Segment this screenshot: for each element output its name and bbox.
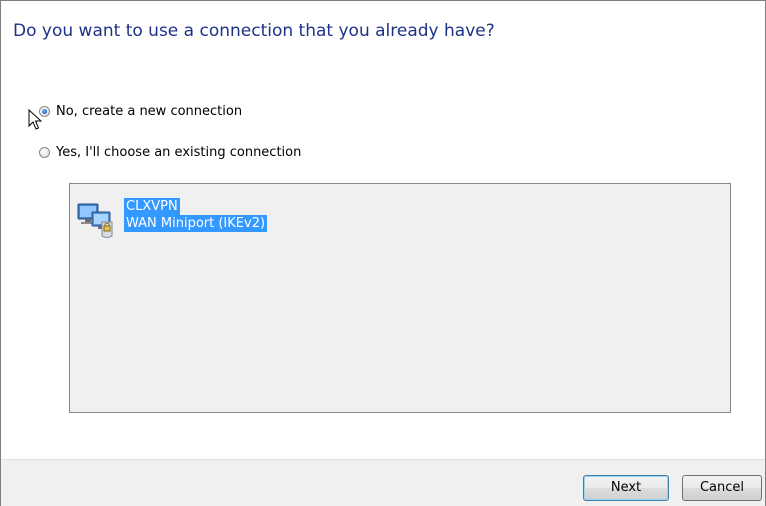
existing-connections-list[interactable]: CLXVPN WAN Miniport (IKEv2)	[69, 183, 731, 413]
radio-new-connection[interactable]: No, create a new connection	[39, 104, 242, 119]
next-button[interactable]: Next	[583, 475, 669, 501]
cancel-button[interactable]: Cancel	[682, 475, 762, 501]
network-connection-icon	[77, 203, 113, 238]
radio-button-unchecked-icon[interactable]	[39, 147, 50, 158]
radio-new-connection-label: No, create a new connection	[56, 104, 243, 119]
button-bar: Next Cancel	[1, 459, 765, 506]
connection-name: CLXVPN	[124, 198, 180, 215]
connection-dialog: Do you want to use a connection that you…	[0, 0, 766, 506]
mouse-cursor-icon	[28, 109, 42, 130]
page-title: Do you want to use a connection that you…	[13, 21, 495, 41]
list-item[interactable]: CLXVPN WAN Miniport (IKEv2)	[76, 198, 268, 238]
connection-device: WAN Miniport (IKEv2)	[124, 215, 268, 232]
radio-existing-connection[interactable]: Yes, I'll choose an existing connection	[39, 145, 301, 160]
radio-existing-connection-label: Yes, I'll choose an existing connection	[56, 145, 302, 160]
